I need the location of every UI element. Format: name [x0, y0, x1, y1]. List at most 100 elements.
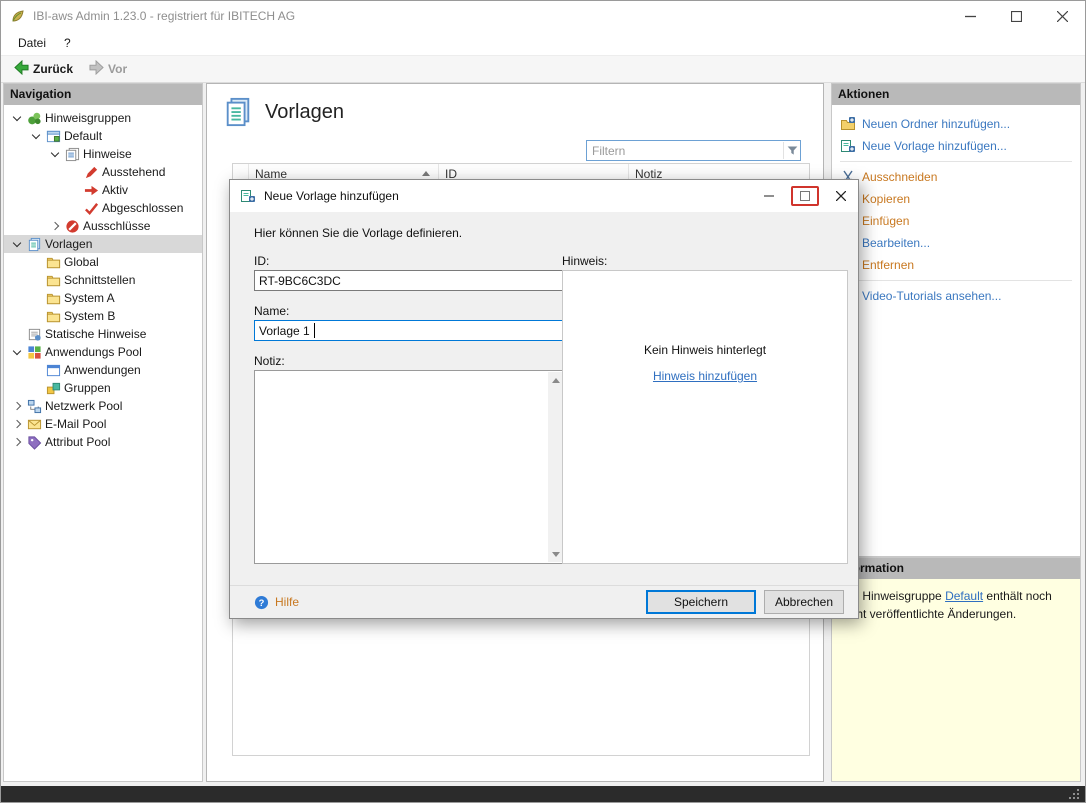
action-video-tutorials-ansehen[interactable]: Video-Tutorials ansehen...: [832, 285, 1080, 307]
action-neuen-ordner-hinzufuegen[interactable]: Neuen Ordner hinzufügen...: [832, 113, 1080, 135]
ausschluesse-icon: [65, 219, 80, 234]
chevron-collapsed-icon[interactable]: [10, 399, 24, 413]
tree-item-ausstehend[interactable]: Ausstehend: [4, 163, 202, 181]
netzwerk-pool-icon: [27, 399, 42, 414]
hinweise-icon: [65, 147, 80, 162]
tree-item-label: Ausschlüsse: [83, 219, 151, 233]
abgeschlossen-icon: [84, 201, 99, 216]
folder-icon: [46, 255, 61, 270]
close-button[interactable]: [1039, 1, 1085, 31]
tree-item-netzwerk-pool[interactable]: Netzwerk Pool: [4, 397, 202, 415]
tree-item-default[interactable]: Default: [4, 127, 202, 145]
anwendungs-pool-icon: [27, 345, 42, 360]
notiz-field-wrap: [254, 370, 566, 564]
forward-button[interactable]: Vor: [82, 58, 134, 80]
back-button[interactable]: Zurück: [7, 58, 80, 80]
tree-item-label: Schnittstellen: [64, 273, 136, 287]
new-template-icon: [240, 188, 256, 204]
tree-item-anwendungs-pool[interactable]: Anwendungs Pool: [4, 343, 202, 361]
chevron-expanded-icon[interactable]: [10, 237, 24, 251]
statusbar: [1, 786, 1085, 802]
tree-item-statische-hinweise[interactable]: Statische Hinweise: [4, 325, 202, 343]
email-pool-icon: [27, 417, 42, 432]
folder-icon: [46, 291, 61, 306]
chevron-none: [29, 309, 43, 323]
maximize-button[interactable]: [993, 1, 1039, 31]
help-icon: ?: [254, 595, 269, 609]
tree-item-label: Hinweise: [83, 147, 132, 161]
dialog-minimize-button[interactable]: [752, 180, 786, 212]
hinweis-hinzufuegen-link[interactable]: Hinweis hinzufügen: [653, 369, 757, 383]
tree-item-label: Statische Hinweise: [45, 327, 147, 341]
tree-item-schnittstellen[interactable]: Schnittstellen: [4, 271, 202, 289]
chevron-collapsed-icon[interactable]: [48, 219, 62, 233]
action-neue-vorlage-hinzufuegen[interactable]: Neue Vorlage hinzufügen...: [832, 135, 1080, 157]
action-bearbeiten[interactable]: Bearbeiten...: [832, 232, 1080, 254]
tree-item-label: Aktiv: [102, 183, 129, 197]
folder-icon: [46, 273, 61, 288]
chevron-expanded-icon[interactable]: [48, 147, 62, 161]
tree-item-ausschluesse[interactable]: Ausschlüsse: [4, 217, 202, 235]
aktiv-icon: [84, 183, 99, 198]
tree-item-anwendungen[interactable]: Anwendungen: [4, 361, 202, 379]
minimize-button[interactable]: [947, 1, 993, 31]
default-group-link[interactable]: Default: [945, 589, 983, 603]
tree-item-abgeschlossen[interactable]: Abgeschlossen: [4, 199, 202, 217]
speichern-button[interactable]: Speichern: [646, 590, 756, 614]
gruppen-icon: [46, 381, 61, 396]
forward-button-label: Vor: [108, 62, 128, 76]
help-link[interactable]: ? Hilfe: [254, 595, 299, 610]
chevron-collapsed-icon[interactable]: [10, 417, 24, 431]
statische-hinweise-icon: [27, 327, 42, 342]
menu-datei[interactable]: Datei: [9, 33, 55, 53]
tree-item-aktiv[interactable]: Aktiv: [4, 181, 202, 199]
chevron-expanded-icon[interactable]: [10, 111, 24, 125]
dialog-controls: [752, 180, 858, 212]
filter-input[interactable]: [587, 142, 783, 159]
tree-item-attribut-pool[interactable]: Attribut Pool: [4, 433, 202, 451]
menu-help[interactable]: ?: [55, 33, 80, 53]
app-icon: [10, 8, 26, 24]
tree-item-label: Ausstehend: [102, 165, 166, 179]
tree-item-label: Abgeschlossen: [102, 201, 184, 215]
tree-item-vorlagen[interactable]: Vorlagen: [4, 235, 202, 253]
back-arrow-icon: [14, 59, 29, 78]
actions-separator: [840, 161, 1072, 162]
tree-item-label: Anwendungen: [64, 363, 141, 377]
tree-item-hinweise[interactable]: Hinweise: [4, 145, 202, 163]
new-template-icon: [840, 138, 856, 154]
id-field[interactable]: [254, 270, 566, 291]
action-ausschneiden[interactable]: Ausschneiden: [832, 166, 1080, 188]
abbrechen-button[interactable]: Abbrechen: [764, 590, 844, 614]
default-group-icon: [46, 129, 61, 144]
chevron-collapsed-icon[interactable]: [10, 435, 24, 449]
filter-funnel-icon[interactable]: [783, 142, 800, 159]
tree-item-global[interactable]: Global: [4, 253, 202, 271]
chevron-expanded-icon[interactable]: [10, 345, 24, 359]
tree-item-system-a[interactable]: System A: [4, 289, 202, 307]
tree-item-email-pool[interactable]: E-Mail Pool: [4, 415, 202, 433]
tree-item-gruppen[interactable]: Gruppen: [4, 379, 202, 397]
name-field[interactable]: [254, 320, 566, 341]
action-entfernen[interactable]: Entfernen: [832, 254, 1080, 276]
tree-item-label: E-Mail Pool: [45, 417, 107, 431]
dialog-maximize-button[interactable]: [791, 186, 819, 206]
main-title-row: Vorlagen: [223, 96, 344, 128]
sort-ascending-icon: [422, 171, 430, 176]
resize-grip[interactable]: [1069, 787, 1081, 799]
notiz-textarea[interactable]: [255, 371, 565, 563]
action-einfuegen[interactable]: Einfügen: [832, 210, 1080, 232]
chevron-expanded-icon[interactable]: [29, 129, 43, 143]
chevron-none: [29, 291, 43, 305]
dialog-close-button[interactable]: [824, 180, 858, 212]
action-kopieren[interactable]: Kopieren: [832, 188, 1080, 210]
action-label: Kopieren: [862, 192, 911, 206]
id-field-label: ID:: [254, 254, 270, 268]
tree-item-system-b[interactable]: System B: [4, 307, 202, 325]
actions-header: Aktionen: [832, 84, 1080, 105]
titlebar: IBI-aws Admin 1.23.0 - registriert für I…: [1, 1, 1085, 31]
information-panel: Information Die Hinweisgruppe Default en…: [831, 557, 1081, 782]
action-label: Neuen Ordner hinzufügen...: [862, 117, 1011, 131]
chevron-none: [67, 201, 81, 215]
tree-item-hinweisgruppen[interactable]: Hinweisgruppen: [4, 109, 202, 127]
